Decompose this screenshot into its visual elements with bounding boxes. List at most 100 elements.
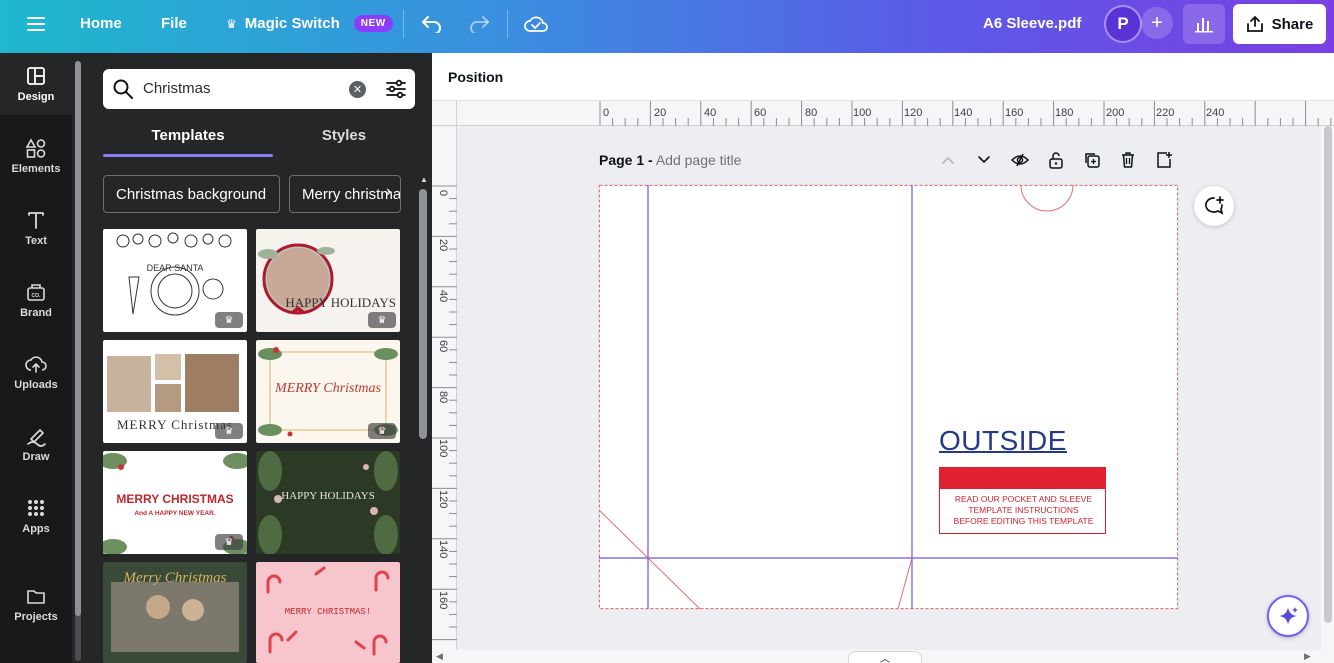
template-thumbnail[interactable]: MERRY Christmas ♛ bbox=[103, 340, 247, 443]
position-button[interactable]: Position bbox=[448, 69, 503, 85]
ruler-label: 200 bbox=[1106, 107, 1125, 119]
thumbnail-title: DEAR SANTA bbox=[147, 263, 204, 273]
template-thumbnail[interactable]: MERRY Christmas ♛ bbox=[256, 340, 400, 443]
share-button[interactable]: Share bbox=[1233, 4, 1326, 44]
ruler-ticks bbox=[599, 101, 1332, 126]
template-thumbnail[interactable]: MERRY CHRISTMAS And A HAPPY NEW YEAR. ♛ bbox=[103, 451, 247, 554]
lock-page-button[interactable] bbox=[1045, 149, 1067, 171]
scroll-left-icon[interactable]: ◀ bbox=[436, 651, 443, 662]
thumbnail-title: MERRY CHRISTMAS! bbox=[285, 607, 371, 617]
outside-heading[interactable]: OUTSIDE bbox=[939, 425, 1067, 457]
avatar[interactable]: P bbox=[1106, 7, 1140, 41]
page-number-label: Page 1 - bbox=[599, 152, 653, 168]
ruler-label: 240 bbox=[1206, 107, 1225, 119]
invite-button[interactable]: + bbox=[1141, 7, 1173, 39]
chip-merry-christmas[interactable]: Merry christmas bbox=[289, 175, 401, 213]
rail-item-text[interactable]: Text bbox=[0, 197, 72, 259]
ruler-label: 140 bbox=[437, 540, 449, 559]
happy-holidays-dark-art: HAPPY HOLIDAYS bbox=[258, 451, 398, 554]
template-thumbnail[interactable]: Merry Christmas bbox=[103, 562, 247, 663]
ruler-label: 100 bbox=[853, 107, 872, 119]
move-page-up-button[interactable] bbox=[937, 149, 959, 171]
scrollbar-thumb[interactable] bbox=[75, 61, 81, 616]
add-comment-button[interactable] bbox=[1194, 186, 1234, 226]
scrollbar-thumb[interactable] bbox=[1324, 126, 1332, 623]
uploads-icon bbox=[25, 356, 47, 373]
ruler-label: 160 bbox=[1005, 107, 1024, 119]
ruler-label: 80 bbox=[805, 107, 818, 119]
panel-outer-scrollbar[interactable] bbox=[75, 61, 81, 661]
template-thumbnail[interactable]: HAPPY HOLIDAYS bbox=[256, 451, 400, 554]
search-box[interactable]: Christmas ✕ bbox=[103, 69, 415, 109]
page-title[interactable]: Page 1 - Add page title bbox=[599, 152, 741, 168]
hamburger-icon bbox=[27, 16, 45, 31]
add-page-button[interactable] bbox=[1153, 149, 1175, 171]
rail-item-apps[interactable]: Apps bbox=[0, 485, 72, 547]
chevron-right-icon[interactable]: › bbox=[386, 183, 391, 201]
panel-inner-scrollbar[interactable]: ▲ bbox=[419, 175, 428, 663]
design-canvas[interactable]: OUTSIDE READ OUR POCKET AND SLEEVE TEMPL… bbox=[599, 185, 1178, 609]
hide-page-button[interactable] bbox=[1009, 149, 1031, 171]
instructions-box[interactable]: READ OUR POCKET AND SLEEVE TEMPLATE INST… bbox=[939, 467, 1106, 534]
chevron-up-icon bbox=[942, 156, 954, 164]
main-menu-button[interactable] bbox=[24, 0, 48, 47]
tab-styles[interactable]: Styles bbox=[259, 127, 429, 157]
active-tab-indicator bbox=[103, 154, 273, 157]
rail-item-projects[interactable]: Projects bbox=[0, 573, 72, 635]
template-thumbnail[interactable]: MERRY CHRISTMAS! bbox=[256, 562, 400, 663]
rail-item-brand[interactable]: CO. Brand bbox=[0, 269, 72, 331]
premium-badge: ♛ bbox=[215, 534, 243, 550]
page-title-input[interactable]: Add page title bbox=[656, 152, 742, 168]
rail-label: Draw bbox=[22, 451, 50, 463]
rail-item-elements[interactable]: Elements bbox=[0, 125, 72, 187]
scroll-right-icon[interactable]: ▶ bbox=[1304, 651, 1311, 662]
document-title[interactable]: A6 Sleeve.pdf bbox=[983, 0, 1081, 47]
redo-button[interactable] bbox=[465, 10, 493, 38]
chevron-down-icon bbox=[978, 156, 990, 164]
brand-icon: CO. bbox=[27, 284, 45, 301]
undo-button[interactable] bbox=[418, 10, 446, 38]
rail-label: Elements bbox=[11, 163, 61, 175]
rail-label: Design bbox=[17, 91, 55, 103]
thumbnail-subtitle: And A HAPPY NEW YEAR. bbox=[134, 510, 215, 517]
scrollbar-thumb[interactable] bbox=[419, 189, 427, 439]
duplicate-page-button[interactable] bbox=[1081, 149, 1103, 171]
premium-badge: ♛ bbox=[215, 312, 243, 328]
divider bbox=[403, 10, 404, 38]
trash-icon bbox=[1122, 152, 1134, 168]
template-thumbnail[interactable]: DEAR SANTA ♛ bbox=[103, 229, 247, 332]
home-button[interactable]: Home bbox=[80, 0, 122, 47]
workspace-vertical-scrollbar[interactable] bbox=[1321, 126, 1334, 663]
search-input[interactable]: Christmas bbox=[143, 80, 211, 97]
draw-icon bbox=[27, 429, 46, 447]
ruler-corner bbox=[432, 101, 457, 126]
save-status-button[interactable] bbox=[522, 10, 550, 38]
ai-assistant-button[interactable] bbox=[1267, 595, 1309, 637]
template-thumbnail[interactable]: HAPPY HOLIDAYS ♛ bbox=[256, 229, 400, 332]
instructions-text: READ OUR POCKET AND SLEEVE TEMPLATE INST… bbox=[944, 494, 1103, 527]
scroll-up-icon[interactable]: ▲ bbox=[420, 175, 428, 184]
clear-search-button[interactable]: ✕ bbox=[349, 81, 366, 98]
tab-templates[interactable]: Templates bbox=[103, 127, 273, 157]
ruler-label: 20 bbox=[654, 107, 667, 119]
chip-christmas-background[interactable]: Christmas background bbox=[103, 175, 280, 213]
rail-item-uploads[interactable]: Uploads bbox=[0, 341, 72, 403]
file-menu-button[interactable]: File bbox=[161, 0, 187, 47]
pages-panel-toggle[interactable]: ︿ bbox=[848, 651, 922, 663]
rail-item-draw[interactable]: Draw bbox=[0, 413, 72, 475]
filter-icon[interactable] bbox=[385, 78, 407, 100]
magic-switch-button[interactable]: ♛ Magic Switch NEW bbox=[226, 0, 393, 47]
ruler-label: 0 bbox=[437, 190, 449, 197]
eye-hidden-icon bbox=[1010, 153, 1030, 167]
templates-panel: Christmas ✕ Templates Styles Christmas b… bbox=[72, 53, 432, 663]
top-bar: Home File ♛ Magic Switch NEW A6 Sleeve.p… bbox=[0, 0, 1334, 53]
close-icon: ✕ bbox=[352, 84, 363, 96]
chevron-up-icon: ︿ bbox=[880, 654, 890, 663]
delete-page-button[interactable] bbox=[1117, 149, 1139, 171]
insights-button[interactable] bbox=[1183, 4, 1225, 44]
crown-icon: ♛ bbox=[377, 314, 387, 326]
elements-icon bbox=[25, 138, 46, 158]
bar-chart-icon bbox=[1195, 18, 1213, 33]
rail-item-design[interactable]: Design bbox=[0, 53, 72, 115]
move-page-down-button[interactable] bbox=[973, 149, 995, 171]
